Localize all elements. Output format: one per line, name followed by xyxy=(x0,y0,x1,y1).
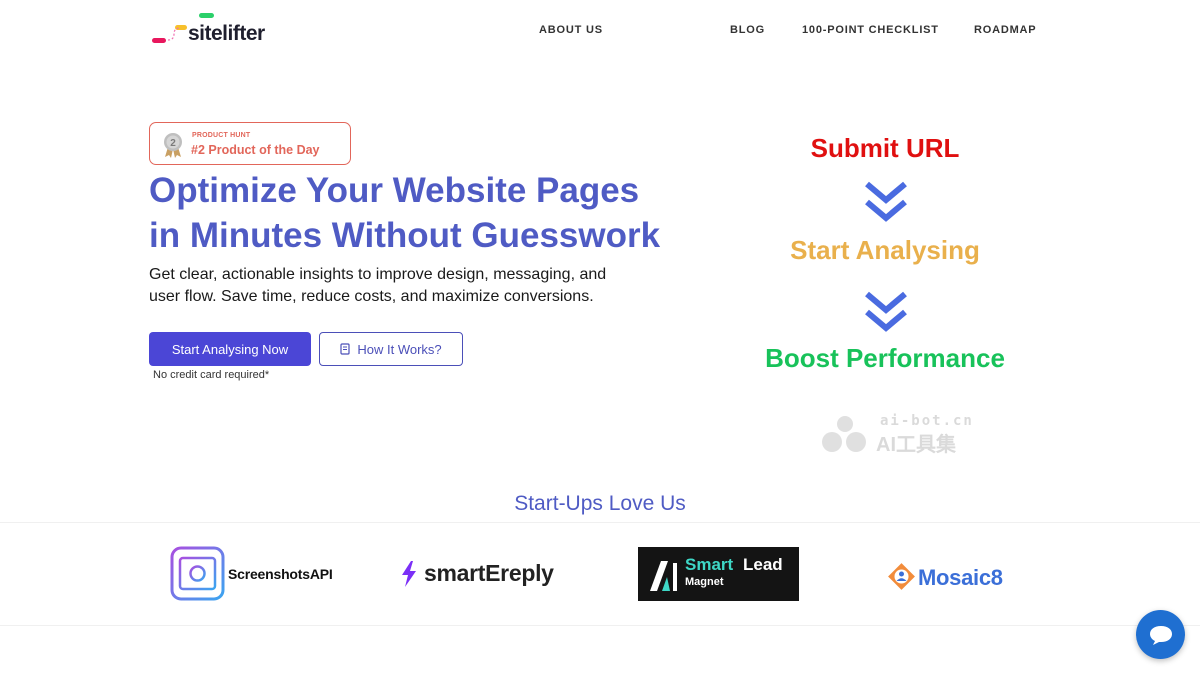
nav-roadmap[interactable]: ROADMAP xyxy=(974,24,1036,36)
step-boost-performance: Boost Performance xyxy=(720,343,1050,374)
mosaic8-logo-text: Mosaic8 xyxy=(918,565,1003,590)
nav-blog[interactable]: BLOG xyxy=(730,24,765,36)
step-start-analysing-label: Start Analysing xyxy=(790,235,980,265)
startups-title: Start-Ups Love Us xyxy=(514,492,686,515)
step-start-analysing: Start Analysing xyxy=(720,235,1050,266)
lightning-bolt-icon xyxy=(402,561,416,587)
sitelifter-logo[interactable]: sitelifter xyxy=(150,12,280,46)
chat-button[interactable] xyxy=(1136,610,1185,659)
screenshotsapi-camera-icon xyxy=(170,546,225,601)
nav-100-point-checklist[interactable]: 100-POINT CHECKLIST xyxy=(802,24,939,36)
how-it-works-button-label: How It Works? xyxy=(357,341,442,357)
logo-text: sitelifter xyxy=(188,22,265,45)
chat-bubble-icon xyxy=(1149,625,1172,645)
hero-subtitle-line2: user flow. Save time, reduce costs, and … xyxy=(149,287,594,305)
double-chevron-down-icon xyxy=(865,181,907,222)
watermark-logo-icon xyxy=(822,416,866,452)
hero-title-line1: Optimize Your Website Pages xyxy=(149,171,640,210)
how-it-works-button[interactable]: How It Works? xyxy=(319,332,463,366)
smartereply-logo-text: smartEreply xyxy=(424,560,554,586)
medal-icon: 2 xyxy=(164,133,182,158)
watermark-bottom-text: AI工具集 xyxy=(876,434,956,456)
hero-subtitle: Get clear, actionable insights to improv… xyxy=(149,264,669,307)
screenshotsapi-logo-text: ScreenshotsAPI xyxy=(228,566,333,582)
smart-lead-magnet-logo: Smart Lead Magnet xyxy=(638,547,799,601)
book-icon xyxy=(340,343,350,355)
no-credit-card-note: No credit card required* xyxy=(153,369,270,381)
watermark: ai-bot.cn AI工具集 xyxy=(818,412,988,456)
hero-subtitle-line1: Get clear, actionable insights to improv… xyxy=(149,266,607,283)
product-hunt-badge[interactable]: 2 PRODUCT HUNT #2 Product of the Day xyxy=(149,122,351,165)
watermark-top-text: ai-bot.cn xyxy=(880,413,974,429)
mosaic8-icon xyxy=(888,563,915,590)
hero-title: Optimize Your Website Pages in Minutes W… xyxy=(149,168,709,258)
nav-about-us[interactable]: ABOUT US xyxy=(539,24,603,36)
step-submit-url-label: Submit URL xyxy=(810,133,960,163)
badge-label-big: #2 Product of the Day xyxy=(191,143,320,157)
step-boost-performance-label: Boost Performance xyxy=(765,343,1005,373)
start-analysing-button-label: Start Analysing Now xyxy=(171,341,289,357)
smart-lead-lead-text: Lead xyxy=(743,555,783,574)
ai-logo-icon xyxy=(650,561,677,591)
badge-label-small: PRODUCT HUNT xyxy=(192,132,251,139)
step-submit-url: Submit URL xyxy=(720,133,1050,164)
medal-number: 2 xyxy=(170,138,176,149)
double-chevron-down-icon xyxy=(865,291,907,332)
hero-title-line2: in Minutes Without Guesswork xyxy=(149,216,661,255)
smart-lead-smart-text: Smart xyxy=(685,555,734,574)
start-analysing-button[interactable]: Start Analysing Now xyxy=(149,332,311,366)
smart-lead-magnet-text: Magnet xyxy=(685,576,724,588)
